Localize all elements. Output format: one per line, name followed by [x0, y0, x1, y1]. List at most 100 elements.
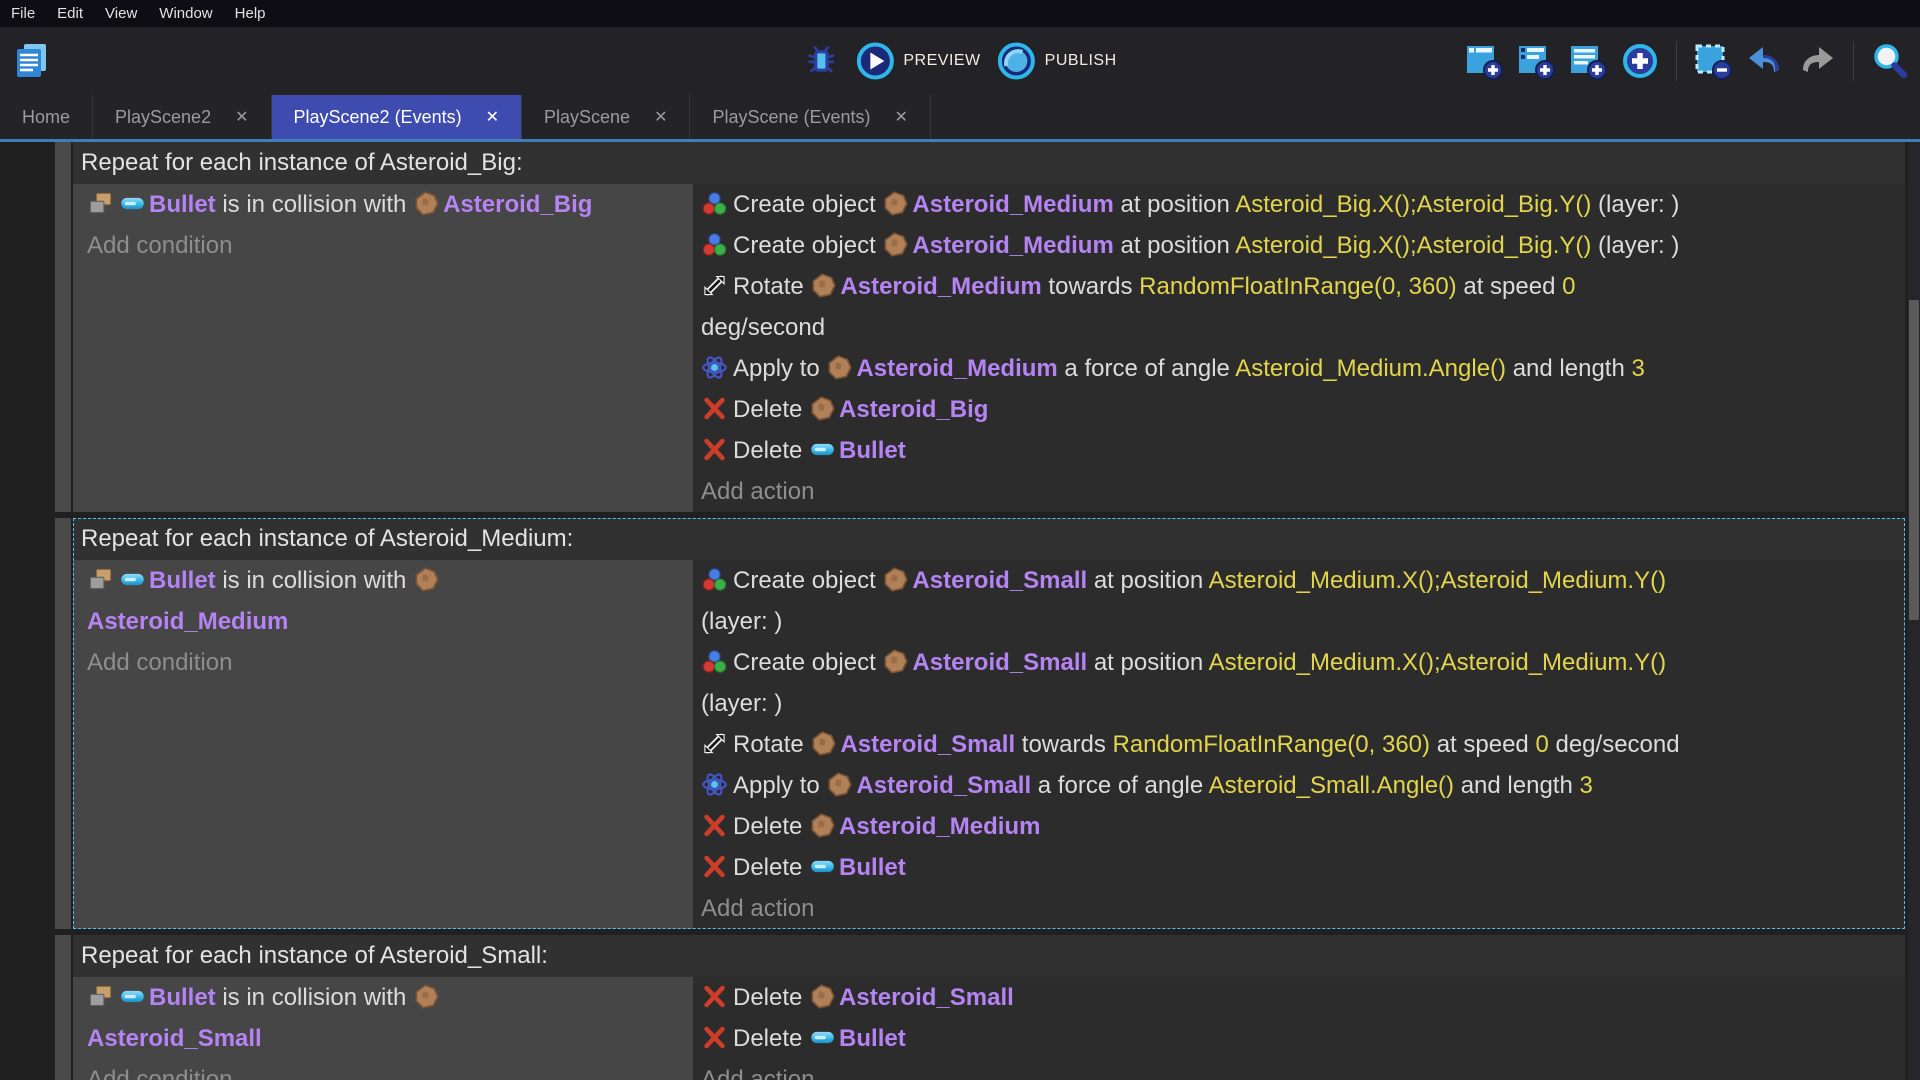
instruction-text: at speed [1430, 731, 1535, 758]
menu-file[interactable]: File [0, 5, 46, 22]
project-manager-icon[interactable] [12, 41, 52, 81]
object-name: Asteroid_Medium [912, 191, 1113, 218]
action-row[interactable]: Create object Asteroid_Medium at positio… [701, 184, 1905, 225]
event-title[interactable]: Repeat for each instance of Asteroid_Sma… [73, 935, 1905, 977]
action-row[interactable]: Rotate Asteroid_Medium towards RandomFlo… [701, 266, 1905, 307]
add-comment-icon[interactable] [1568, 41, 1608, 81]
instruction-text: (layer: ) [1591, 232, 1679, 259]
expression-parameter: Asteroid_Big.X();Asteroid_Big.Y() [1235, 232, 1591, 259]
instruction-text: deg/second [701, 314, 825, 341]
action-row[interactable]: Delete Asteroid_Medium [701, 806, 1905, 847]
instruction-text: a force of angle [1031, 772, 1208, 799]
close-icon[interactable]: ✕ [235, 107, 248, 127]
close-icon[interactable]: ✕ [895, 107, 908, 127]
condition-row[interactable]: Bullet is in collision with [87, 977, 693, 1018]
event-title[interactable]: Repeat for each instance of Asteroid_Big… [73, 142, 1905, 184]
add-sub-event-icon[interactable] [1516, 41, 1556, 81]
delete-icon [701, 983, 728, 1010]
condition-row[interactable]: Asteroid_Medium [87, 601, 693, 642]
tab-playscene-events-[interactable]: PlayScene (Events)✕ [690, 95, 930, 139]
instruction-text: is in collision with [216, 567, 413, 594]
action-row[interactable]: Apply to Asteroid_Small a force of angle… [701, 765, 1905, 806]
instruction-text: Create object [733, 191, 882, 218]
action-row[interactable]: (layer: ) [701, 601, 1905, 642]
action-row[interactable]: (layer: ) [701, 683, 1905, 724]
menu-view[interactable]: View [94, 5, 148, 22]
add-condition-button[interactable]: Add condition [87, 642, 693, 683]
event-title[interactable]: Repeat for each instance of Asteroid_Med… [73, 518, 1905, 560]
delete-icon [701, 436, 728, 463]
instruction-text: Apply to [733, 772, 826, 799]
debug-icon[interactable] [803, 43, 839, 79]
redo-icon[interactable] [1797, 41, 1837, 81]
action-row[interactable]: Create object Asteroid_Small at position… [701, 560, 1905, 601]
asteroid-icon [809, 395, 836, 422]
tab-playscene[interactable]: PlayScene✕ [522, 95, 690, 139]
bullet-icon [119, 566, 146, 593]
tab-home[interactable]: Home [0, 95, 93, 139]
scrollbar-thumb[interactable] [1909, 300, 1919, 620]
action-row[interactable]: Delete Bullet [701, 430, 1905, 471]
delete-selection-icon[interactable] [1693, 41, 1733, 81]
asteroid-icon [413, 566, 440, 593]
search-icon[interactable] [1870, 41, 1910, 81]
instruction-text: Apply to [733, 355, 826, 382]
tab-playscene2[interactable]: PlayScene2✕ [93, 95, 271, 139]
create-object-icon [701, 566, 728, 593]
rotate-icon [701, 730, 728, 757]
action-row[interactable]: Delete Bullet [701, 1018, 1905, 1059]
object-name: Asteroid_Big [839, 396, 988, 423]
add-condition-button[interactable]: Add condition [87, 225, 693, 266]
menu-edit[interactable]: Edit [46, 5, 94, 22]
object-name: Asteroid_Big [443, 191, 592, 218]
event-drag-handle[interactable] [55, 142, 71, 512]
condition-row[interactable]: Asteroid_Small [87, 1018, 693, 1059]
event-drag-handle[interactable] [55, 518, 71, 929]
action-row[interactable]: Create object Asteroid_Small at position… [701, 642, 1905, 683]
gdevelop-window: FileEditViewWindowHelp PREVIEW PUBLISH H… [0, 0, 1920, 1080]
delete-icon [701, 812, 728, 839]
asteroid-icon [826, 354, 853, 381]
menu-window[interactable]: Window [148, 5, 223, 22]
bullet-icon [809, 1024, 836, 1051]
tab-playscene2-events-[interactable]: PlayScene2 (Events)✕ [272, 95, 523, 139]
add-condition-button[interactable]: Add condition [87, 1059, 693, 1080]
vertical-scrollbar[interactable] [1908, 142, 1920, 1080]
instruction-text: Delete [733, 854, 809, 881]
undo-icon[interactable] [1745, 41, 1785, 81]
actions-column: Create object Asteroid_Medium at positio… [693, 184, 1905, 512]
action-row[interactable]: Delete Bullet [701, 847, 1905, 888]
menu-help[interactable]: Help [224, 5, 277, 22]
object-name: Asteroid_Small [912, 649, 1087, 676]
action-row[interactable]: Delete Asteroid_Big [701, 389, 1905, 430]
object-name: Bullet [149, 984, 216, 1011]
action-row[interactable]: Create object Asteroid_Medium at positio… [701, 225, 1905, 266]
asteroid-icon [809, 812, 836, 839]
add-action-button[interactable]: Add action [701, 1059, 1905, 1080]
action-row[interactable]: Delete Asteroid_Small [701, 977, 1905, 1018]
event-body: Bullet is in collision with Asteroid_Sma… [73, 977, 1905, 1080]
event-drag-handle[interactable] [55, 935, 71, 1080]
close-icon[interactable]: ✕ [654, 107, 667, 127]
instruction-text: (layer: ) [701, 608, 782, 635]
publish-button[interactable]: PUBLISH [997, 41, 1117, 81]
choose-event-icon[interactable] [1620, 41, 1660, 81]
add-event-icon[interactable] [1464, 41, 1504, 81]
close-icon[interactable]: ✕ [486, 107, 499, 127]
action-row[interactable]: Rotate Asteroid_Small towards RandomFloa… [701, 724, 1905, 765]
condition-row[interactable]: Bullet is in collision with [87, 560, 693, 601]
instruction-text: is in collision with [216, 191, 413, 218]
add-action-button[interactable]: Add action [701, 471, 1905, 512]
expression-parameter: RandomFloatInRange(0, 360) [1113, 731, 1431, 758]
condition-row[interactable]: Bullet is in collision with Asteroid_Big [87, 184, 693, 225]
instruction-text: Delete [733, 437, 809, 464]
action-row[interactable]: deg/second [701, 307, 1905, 348]
object-name: Asteroid_Small [840, 731, 1015, 758]
event-block: Repeat for each instance of Asteroid_Sma… [55, 935, 1905, 1080]
instruction-text: is in collision with [216, 984, 413, 1011]
conditions-column: Bullet is in collision with Asteroid_Big… [73, 184, 693, 512]
add-action-button[interactable]: Add action [701, 888, 1905, 929]
action-row[interactable]: Apply to Asteroid_Medium a force of angl… [701, 348, 1905, 389]
preview-button[interactable]: PREVIEW [855, 41, 980, 81]
create-object-icon [701, 231, 728, 258]
